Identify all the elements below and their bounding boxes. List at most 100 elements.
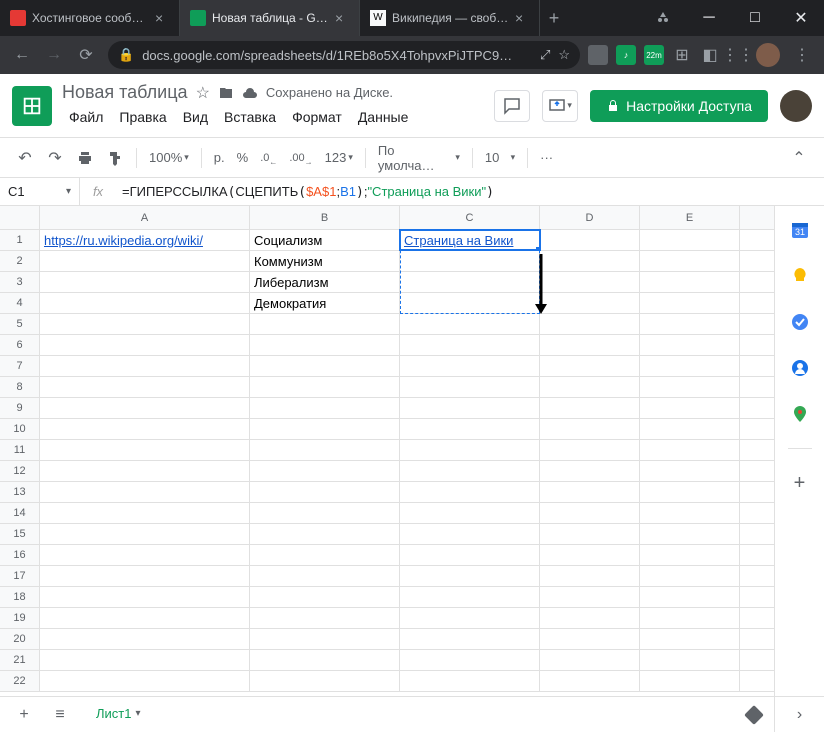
- cell[interactable]: [540, 272, 640, 292]
- select-all-corner[interactable]: [0, 206, 40, 229]
- maximize-button[interactable]: □: [732, 0, 778, 36]
- share-button[interactable]: Настройки Доступа: [590, 90, 768, 122]
- row-header[interactable]: 15: [0, 524, 40, 544]
- browser-tab[interactable]: Хостинговое сообщес ×: [0, 0, 180, 36]
- row-header[interactable]: 20: [0, 629, 40, 649]
- new-tab-button[interactable]: +: [540, 0, 568, 36]
- cloud-saved-icon[interactable]: [242, 85, 258, 101]
- cell[interactable]: [400, 272, 540, 292]
- cell[interactable]: [40, 272, 250, 292]
- cell[interactable]: [250, 671, 400, 691]
- cell[interactable]: [250, 482, 400, 502]
- cell[interactable]: [640, 482, 740, 502]
- cell[interactable]: [540, 545, 640, 565]
- cell[interactable]: [40, 629, 250, 649]
- cell[interactable]: Страница на Вики: [400, 230, 540, 250]
- row-header[interactable]: 6: [0, 335, 40, 355]
- row-header[interactable]: 11: [0, 440, 40, 460]
- extension-icon[interactable]: ⊞: [672, 45, 692, 65]
- sheet-tab[interactable]: Лист1▾: [82, 700, 155, 729]
- row-header[interactable]: 5: [0, 314, 40, 334]
- cell[interactable]: [400, 671, 540, 691]
- cell[interactable]: [400, 356, 540, 376]
- incognito-icon[interactable]: [640, 0, 686, 36]
- cell[interactable]: [40, 251, 250, 271]
- font-dropdown[interactable]: По умолча… ▾: [374, 143, 464, 173]
- cell[interactable]: [40, 482, 250, 502]
- contacts-icon[interactable]: [788, 356, 812, 380]
- cell[interactable]: [540, 524, 640, 544]
- cell[interactable]: [640, 272, 740, 292]
- extension-icon[interactable]: ⋮⋮: [728, 45, 748, 65]
- row-header[interactable]: 1: [0, 230, 40, 250]
- browser-tab[interactable]: W Википедия — свободн ×: [360, 0, 540, 36]
- spreadsheet-grid[interactable]: A B C D E 1https://ru.wikipedia.org/wiki…: [0, 206, 774, 696]
- cell[interactable]: [540, 671, 640, 691]
- cell[interactable]: [540, 335, 640, 355]
- cell[interactable]: [540, 503, 640, 523]
- cell[interactable]: [540, 314, 640, 334]
- column-header[interactable]: E: [640, 206, 740, 229]
- cell[interactable]: [250, 398, 400, 418]
- cell[interactable]: [640, 356, 740, 376]
- paint-format-button[interactable]: [102, 145, 128, 171]
- cell[interactable]: [250, 608, 400, 628]
- row-header[interactable]: 7: [0, 356, 40, 376]
- cell[interactable]: [40, 377, 250, 397]
- cell[interactable]: [640, 587, 740, 607]
- cell[interactable]: [250, 566, 400, 586]
- cell[interactable]: [40, 524, 250, 544]
- cell[interactable]: [250, 314, 400, 334]
- name-box[interactable]: C1▾: [0, 178, 80, 205]
- number-format-dropdown[interactable]: 123▾: [321, 150, 357, 165]
- cell[interactable]: [40, 356, 250, 376]
- font-size-dropdown[interactable]: 10 ▾: [481, 150, 519, 165]
- row-header[interactable]: 3: [0, 272, 40, 292]
- increase-decimal-button[interactable]: .00→: [285, 149, 316, 167]
- menu-data[interactable]: Данные: [351, 105, 416, 129]
- cell[interactable]: [40, 440, 250, 460]
- cell[interactable]: [40, 419, 250, 439]
- cell[interactable]: [40, 671, 250, 691]
- add-sheet-button[interactable]: +: [10, 701, 38, 729]
- star-icon[interactable]: ☆: [196, 83, 210, 103]
- cell[interactable]: [400, 251, 540, 271]
- extension-icon[interactable]: [588, 45, 608, 65]
- row-header[interactable]: 17: [0, 566, 40, 586]
- row-header[interactable]: 8: [0, 377, 40, 397]
- move-icon[interactable]: [218, 85, 234, 101]
- cell[interactable]: [400, 461, 540, 481]
- column-header[interactable]: C: [400, 206, 540, 229]
- cell[interactable]: [400, 629, 540, 649]
- cell[interactable]: [250, 524, 400, 544]
- cell[interactable]: [640, 440, 740, 460]
- close-window-button[interactable]: ✕: [778, 0, 824, 36]
- fill-handle[interactable]: [536, 247, 540, 250]
- cell[interactable]: [250, 503, 400, 523]
- percent-button[interactable]: %: [233, 150, 253, 165]
- cell[interactable]: [640, 251, 740, 271]
- cell[interactable]: [400, 419, 540, 439]
- minimize-button[interactable]: ─: [686, 0, 732, 36]
- all-sheets-button[interactable]: ≡: [46, 701, 74, 729]
- cell[interactable]: [640, 671, 740, 691]
- present-button[interactable]: ▾: [542, 90, 578, 122]
- row-header[interactable]: 18: [0, 587, 40, 607]
- menu-insert[interactable]: Вставка: [217, 105, 283, 129]
- row-header[interactable]: 2: [0, 251, 40, 271]
- cell[interactable]: [400, 377, 540, 397]
- fx-icon[interactable]: fx: [80, 184, 116, 199]
- document-title[interactable]: Новая таблица: [62, 82, 188, 103]
- cell[interactable]: [40, 293, 250, 313]
- cell[interactable]: [640, 566, 740, 586]
- cell[interactable]: [640, 545, 740, 565]
- cell[interactable]: [400, 482, 540, 502]
- star-icon[interactable]: ☆: [558, 47, 570, 63]
- cell[interactable]: [400, 293, 540, 313]
- translate-icon[interactable]: ⤢: [540, 47, 550, 63]
- cell[interactable]: https://ru.wikipedia.org/wiki/: [40, 230, 250, 250]
- cell[interactable]: [250, 545, 400, 565]
- collapse-toolbar-button[interactable]: ⌃: [786, 145, 812, 171]
- cell[interactable]: [40, 335, 250, 355]
- row-header[interactable]: 21: [0, 650, 40, 670]
